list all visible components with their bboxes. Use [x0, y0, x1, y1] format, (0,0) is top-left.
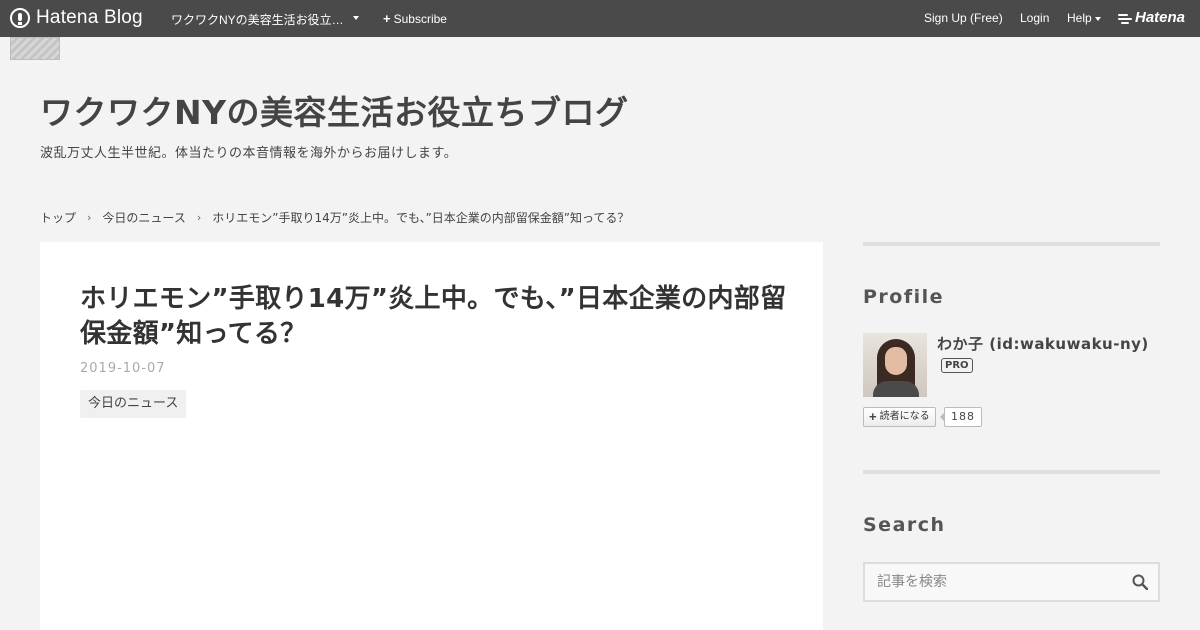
hatena-blog-logo-text: Hatena Blog	[36, 7, 143, 28]
hatena-logo-link[interactable]: Hatena	[1118, 9, 1185, 26]
plus-icon: +	[383, 11, 391, 26]
entry-title[interactable]: ホリエモン”手取り14万”炎上中。でも、”日本企業の内部留保金額”知ってる？	[80, 282, 790, 352]
chevron-right-icon: ›	[196, 211, 202, 224]
header-image	[10, 37, 60, 60]
profile-heading: Profile	[863, 286, 945, 308]
signup-link[interactable]: Sign Up (Free)	[924, 11, 1003, 25]
caret-down-icon[interactable]	[353, 16, 359, 20]
blog-description: 波乱万丈人生半世紀。体当たりの本音情報を海外からお届けします。	[40, 146, 458, 161]
module-divider	[863, 470, 1160, 474]
plus-icon: +	[869, 409, 877, 424]
search-button[interactable]	[1122, 564, 1158, 600]
search-heading: Search	[863, 514, 946, 536]
hatena-mark-icon	[1118, 13, 1132, 24]
caret-down-icon	[1094, 16, 1101, 21]
breadcrumb: トップ › 今日のニュース › ホリエモン”手取り14万”炎上中。でも、”日本企…	[40, 209, 629, 226]
blog-title[interactable]: ワクワクNYの美容生活お役立ちブログ	[40, 86, 629, 134]
login-link[interactable]: Login	[1020, 11, 1049, 25]
help-label: Help	[1067, 11, 1092, 25]
subscribe-button[interactable]: + 読者になる	[863, 407, 936, 427]
blog-name-menu[interactable]: ワクワクNYの美容生活お役立…	[171, 11, 344, 28]
hatena-blog-logo-icon	[10, 8, 30, 28]
search-form	[863, 562, 1160, 602]
search-input[interactable]	[865, 564, 1120, 600]
profile-name-link[interactable]: わか子 (id:wakuwaku-ny)	[937, 333, 1149, 354]
hatena-logo-text: Hatena	[1135, 9, 1186, 26]
module-divider	[863, 242, 1160, 246]
hatena-blog-logo[interactable]: Hatena Blog	[10, 7, 143, 29]
global-header-bar: Hatena Blog ワクワクNYの美容生活お役立… + Subscribe …	[0, 0, 1200, 37]
breadcrumb-current: ホリエモン”手取り14万”炎上中。でも、”日本企業の内部留保金額”知ってる？	[212, 211, 630, 225]
subscribe-button-label: 読者になる	[879, 411, 930, 422]
breadcrumb-category[interactable]: 今日のニュース	[102, 209, 185, 226]
article-card: ホリエモン”手取り14万”炎上中。でも、”日本企業の内部留保金額”知ってる？ 2…	[40, 242, 823, 630]
subscriber-count[interactable]: 188	[940, 407, 982, 427]
subscribe-label: Subscribe	[393, 11, 447, 26]
breadcrumb-top[interactable]: トップ	[40, 209, 76, 226]
subscribe-link[interactable]: + Subscribe	[383, 11, 447, 26]
chevron-right-icon: ›	[87, 211, 92, 224]
entry-category-tag[interactable]: 今日のニュース	[80, 390, 187, 418]
avatar[interactable]	[863, 333, 927, 397]
entry-date[interactable]: 2019-10-07	[80, 361, 166, 376]
help-menu[interactable]: Help	[1067, 11, 1101, 25]
pro-badge[interactable]: PRO	[941, 358, 973, 373]
search-icon	[1132, 574, 1148, 590]
